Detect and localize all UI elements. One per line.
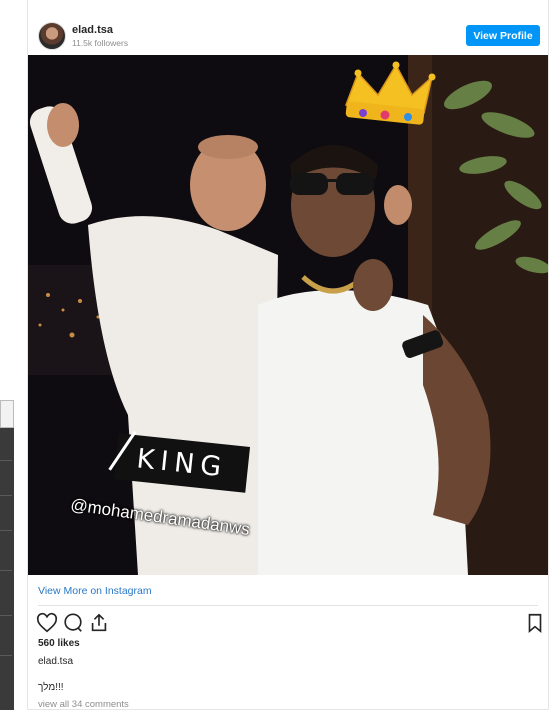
share-icon[interactable] <box>88 612 110 634</box>
divider <box>38 605 538 606</box>
view-more-link[interactable]: View More on Instagram <box>38 585 152 597</box>
background-page-strip <box>0 400 14 710</box>
view-all-comments-link[interactable]: view all 34 comments <box>38 699 129 710</box>
comment-icon[interactable] <box>62 612 84 634</box>
action-bar <box>36 612 546 634</box>
username[interactable]: elad.tsa <box>72 24 113 36</box>
bookmark-icon[interactable] <box>524 612 546 634</box>
view-profile-button[interactable]: View Profile <box>466 25 540 46</box>
caption-username[interactable]: elad.tsa <box>38 656 73 667</box>
comment-text: מלך!!! <box>38 682 64 693</box>
instagram-embed-card: elad.tsa 11.5k followers View Profile KI… <box>27 0 549 710</box>
post-photo[interactable]: KING @mohamedramadanws <box>28 55 548 575</box>
post-header: elad.tsa 11.5k followers View Profile <box>28 0 548 55</box>
like-count: 560 likes <box>38 638 80 649</box>
avatar[interactable] <box>38 22 66 50</box>
follower-count: 11.5k followers <box>72 38 129 48</box>
photo-scene <box>28 55 548 575</box>
heart-icon[interactable] <box>36 612 58 634</box>
